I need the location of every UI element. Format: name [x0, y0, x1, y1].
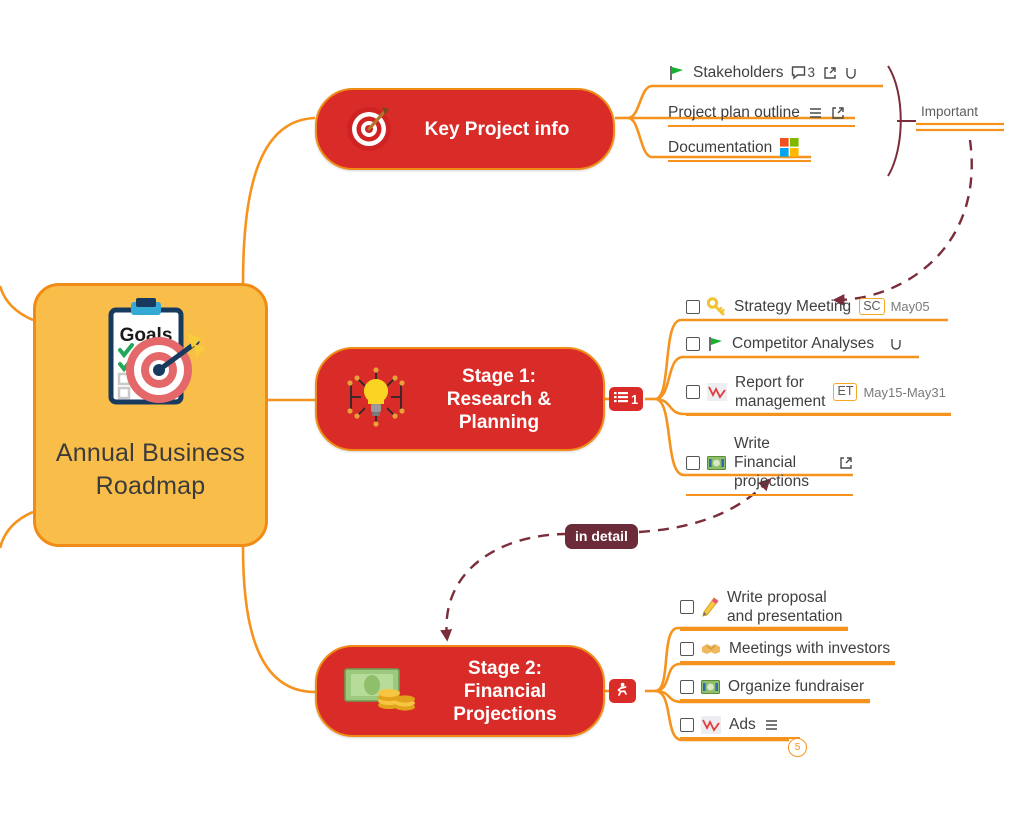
checkbox[interactable]	[680, 641, 694, 656]
chart-down-icon	[707, 383, 727, 401]
checkbox[interactable]	[680, 679, 694, 694]
goals-clipboard-target-icon: Goals	[89, 298, 213, 431]
assignee-badge[interactable]: SC	[859, 297, 885, 316]
runner-icon	[614, 682, 628, 701]
dartboard-target-icon	[343, 101, 395, 158]
checkbox[interactable]	[680, 717, 694, 732]
assignee-badge[interactable]: ET	[833, 383, 858, 401]
sub-item-competitor-analyses-label: Competitor Analyses	[732, 335, 875, 352]
sub-item-documentation-label: Documentation	[668, 139, 773, 156]
relationship-label-in-detail[interactable]: in detail	[565, 524, 638, 549]
comment-count: 3	[807, 65, 815, 80]
external-link-icon[interactable]	[839, 456, 853, 470]
notes-icon[interactable]	[764, 718, 779, 732]
sub-item-organize-fundraiser[interactable]: Organize fundraiser	[680, 677, 870, 701]
microsoft-squares-icon	[780, 138, 799, 157]
sub-item-write-proposal[interactable]: Write proposal and presentation	[680, 588, 848, 631]
central-node-label: Annual Business Roadmap	[55, 439, 246, 500]
sub-item-ads-label: Ads	[729, 716, 756, 733]
sub-item-stakeholders-label: Stakeholders	[693, 64, 784, 81]
checkbox[interactable]	[686, 299, 700, 314]
node-stage-1[interactable]: Stage 1: Research & Planning	[315, 347, 605, 451]
external-link-icon[interactable]	[823, 66, 837, 80]
badge-stage-1-tasks[interactable]: 1	[609, 387, 644, 411]
notes-icon[interactable]	[808, 106, 823, 120]
sub-item-write-proposal-label: Write proposal and presentation	[727, 589, 843, 625]
due-date: May05	[890, 299, 930, 314]
hook-arrow-icon[interactable]	[890, 337, 903, 351]
node-stage-1-label: Stage 1: Research & Planning	[446, 365, 552, 433]
cash-coins-icon	[343, 661, 421, 722]
checkbox[interactable]	[686, 455, 700, 470]
sub-item-meetings-with-investors-label: Meetings with investors	[729, 640, 891, 657]
central-node[interactable]: Goals Annual Business Roadmap	[33, 283, 268, 547]
comment-icon[interactable]	[791, 65, 806, 80]
collapsed-branch-count[interactable]: 5	[788, 738, 807, 757]
node-key-project-info[interactable]: Key Project info	[315, 88, 615, 170]
checkbox[interactable]	[686, 385, 700, 399]
node-key-project-info-label: Key Project info	[424, 118, 570, 140]
sub-item-stakeholders[interactable]: Stakeholders 3	[668, 63, 883, 87]
task-list-icon	[614, 390, 628, 409]
node-stage-2[interactable]: Stage 2: Financial Projections	[315, 645, 605, 737]
external-link-icon[interactable]	[831, 106, 845, 120]
due-date: May15-May31	[863, 384, 946, 400]
chart-down-icon	[701, 715, 721, 734]
sub-item-organize-fundraiser-label: Organize fundraiser	[728, 678, 865, 695]
sub-item-project-plan-outline[interactable]: Project plan outline	[668, 103, 855, 127]
badge-stage-1-count: 1	[631, 391, 639, 407]
pencil-icon	[701, 597, 719, 617]
checkbox[interactable]	[680, 600, 694, 614]
sub-item-documentation[interactable]: Documentation	[668, 138, 811, 162]
lightbulb-network-icon	[343, 363, 409, 436]
sub-item-write-financial-projections[interactable]: Write Financial projections	[686, 434, 853, 496]
money-banknote-icon	[701, 679, 720, 694]
badge-stage-2[interactable]	[609, 679, 636, 703]
sub-item-meetings-with-investors[interactable]: Meetings with investors	[680, 639, 895, 663]
money-banknote-icon	[707, 455, 726, 470]
sub-item-strategy-meeting-label: Strategy Meeting	[734, 298, 852, 315]
sub-item-strategy-meeting[interactable]: Strategy Meeting SC May05	[686, 297, 948, 321]
boundary-label-important[interactable]: Important	[921, 104, 978, 119]
sub-item-report-for-management[interactable]: Report for management ET May15-May31	[686, 373, 951, 416]
sub-item-write-financial-projections-label: Write Financial projections	[734, 435, 809, 490]
green-flag-icon	[668, 64, 685, 81]
sub-item-report-for-management-label: Report for management	[735, 374, 826, 410]
sub-item-project-plan-outline-label: Project plan outline	[668, 104, 800, 121]
sub-item-competitor-analyses[interactable]: Competitor Analyses	[686, 334, 919, 358]
hook-arrow-icon[interactable]	[845, 66, 858, 80]
sub-item-ads[interactable]: Ads	[680, 715, 800, 739]
node-stage-2-label: Stage 2: Financial Projections	[453, 657, 557, 725]
checkbox[interactable]	[686, 336, 700, 351]
mindmap-canvas: Goals Annual Business Roadmap Key Projec…	[0, 0, 1016, 830]
green-flag-icon	[707, 335, 724, 352]
handshake-icon	[701, 641, 721, 657]
key-icon	[707, 297, 726, 316]
